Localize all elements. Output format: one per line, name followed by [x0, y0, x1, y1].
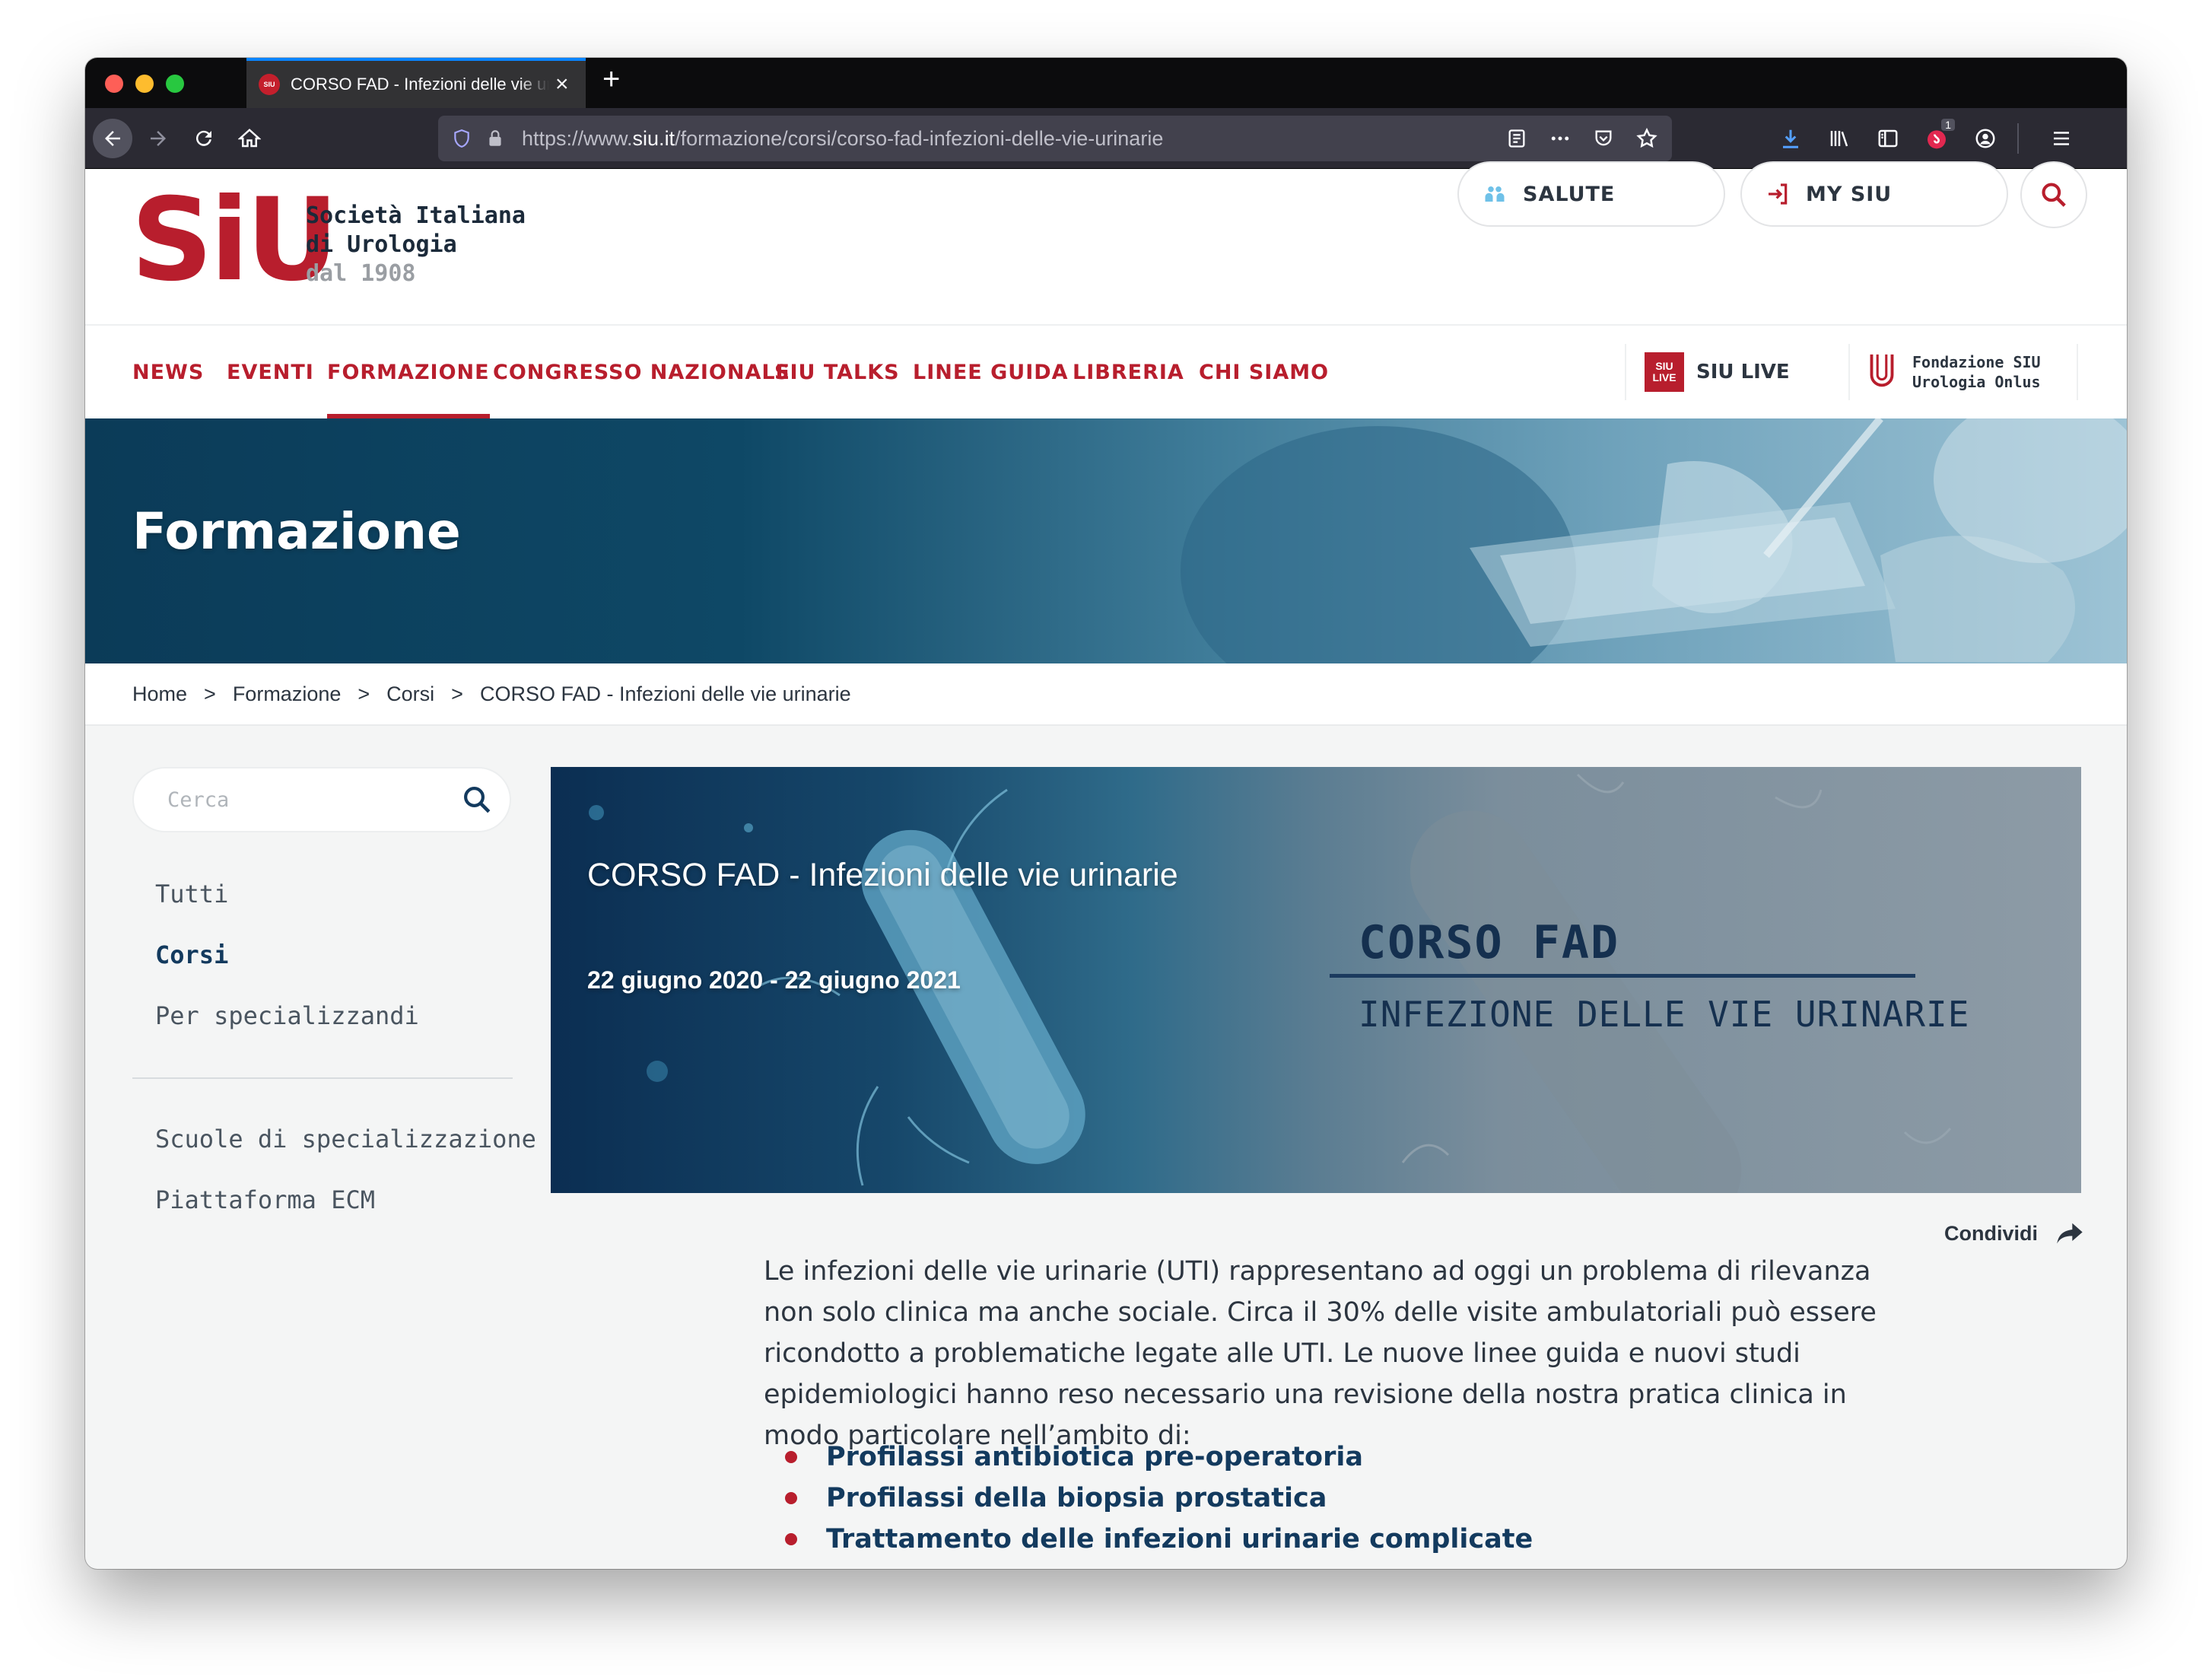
breadcrumb-separator: >: [451, 682, 463, 705]
menu-item-congresso-nazionale[interactable]: CONGRESSO NAZIONALE: [493, 326, 790, 418]
back-button[interactable]: [93, 119, 132, 158]
library-button[interactable]: [1819, 119, 1859, 158]
list-item: Profilassi antibiotica pre-operatoria: [785, 1437, 1533, 1478]
browser-window: SIU CORSO FAD - Infezioni delle vie urin…: [85, 58, 2127, 1569]
downloads-button[interactable]: [1771, 119, 1810, 158]
arrow-left-icon: [105, 131, 120, 146]
lock-icon[interactable]: [485, 129, 505, 148]
sidebar-item-corsi[interactable]: Corsi: [155, 940, 228, 969]
address-bar[interactable]: https://www.siu.it/formazione/corsi/cors…: [438, 116, 1672, 161]
library-icon: [1830, 131, 1848, 147]
forward-button[interactable]: [138, 119, 178, 158]
toolbar-separator: [2017, 123, 2019, 154]
fondazione-logo-icon: [1870, 354, 1894, 387]
close-tab-icon[interactable]: ×: [555, 73, 569, 96]
siu-favicon-icon: SIU: [259, 74, 280, 95]
site-search-button[interactable]: [2020, 161, 2087, 228]
menu-button[interactable]: [2042, 119, 2081, 158]
fondazione-link[interactable]: Fondazione SIU Urologia Onlus: [1850, 344, 2078, 400]
salute-button[interactable]: SALUTE: [1457, 161, 1725, 227]
page-title: Formazione: [132, 502, 461, 561]
menu-item-chi-siamo[interactable]: CHI SIAMO: [1199, 326, 1329, 418]
zoom-window-button[interactable]: [166, 75, 184, 93]
sidebar-item-tutti[interactable]: Tutti: [155, 880, 228, 908]
siu-live-logo: SIU LIVE: [1645, 352, 1684, 392]
home-icon: [238, 129, 261, 148]
course-dates: 22 giugno 2020 - 22 giugno 2021: [587, 966, 961, 994]
url-text[interactable]: https://www.siu.it/formazione/corsi/cors…: [522, 127, 1163, 151]
siu-live-link[interactable]: SIU LIVE SIU LIVE: [1625, 344, 1850, 400]
account-icon: [1975, 129, 1995, 148]
download-arrow-icon: [1783, 129, 1798, 148]
pocket-icon[interactable]: [1593, 128, 1614, 149]
reload-icon: [195, 130, 211, 146]
list-item: Trattamento delle infezioni urinarie com…: [785, 1519, 1533, 1560]
breadcrumb-corsi[interactable]: Corsi: [386, 682, 434, 706]
tab-title: CORSO FAD - Infezioni delle vie urinarie: [291, 75, 549, 94]
siu-logo[interactable]: SiU: [131, 183, 338, 298]
menu-item-eventi[interactable]: EVENTI: [227, 326, 314, 418]
menu-item-siu-talks[interactable]: SIU TALKS: [774, 326, 900, 418]
course-banner: CORSO FAD - Infezioni delle vie urinarie…: [551, 767, 2081, 1193]
search-icon: [2042, 183, 2066, 207]
new-tab-icon[interactable]: +: [602, 64, 620, 94]
navigation-toolbar: https://www.siu.it/formazione/corsi/cors…: [85, 108, 2127, 169]
close-window-button[interactable]: [105, 75, 123, 93]
list-item: Profilassi della biopsia prostatica: [785, 1478, 1533, 1519]
people-icon: [1485, 186, 1505, 202]
bookmark-star-icon[interactable]: [1635, 127, 1658, 150]
search-icon[interactable]: [461, 784, 493, 816]
reload-button[interactable]: [184, 119, 224, 158]
active-tab[interactable]: SIU CORSO FAD - Infezioni delle vie urin…: [246, 58, 586, 108]
my-siu-login-button[interactable]: MY SIU: [1740, 161, 2008, 227]
menu-item-libreria[interactable]: LIBRERIA: [1073, 326, 1184, 418]
banner-graphic-rule: [1330, 974, 1915, 978]
sidebar-item-scuole-di-specializzazione[interactable]: Scuole di specializzazione: [155, 1125, 536, 1153]
page-actions-icon[interactable]: [1549, 127, 1572, 150]
breadcrumb-current: CORSO FAD - Infezioni delle vie urinarie: [479, 682, 851, 705]
home-button[interactable]: [230, 119, 269, 158]
extension-button[interactable]: 1: [1917, 119, 1956, 158]
tab-bar: SIU CORSO FAD - Infezioni delle vie urin…: [85, 58, 2127, 108]
sidebar-search: [132, 767, 511, 832]
login-arrow-icon: [1769, 183, 1788, 205]
breadcrumb-home[interactable]: Home: [132, 682, 187, 706]
breadcrumb-separator: >: [204, 682, 216, 705]
sidebar-toggle-button[interactable]: [1868, 119, 1908, 158]
tracking-protection-shield-icon[interactable]: [452, 129, 472, 148]
topic-list: Profilassi antibiotica pre-operatoria Pr…: [785, 1437, 1533, 1560]
menu-item-news[interactable]: NEWS: [132, 326, 204, 418]
reader-view-icon[interactable]: [1506, 128, 1527, 149]
course-description: Le infezioni delle vie urinarie (UTI) ra…: [764, 1256, 1877, 1451]
sidebar-search-input[interactable]: [167, 788, 441, 812]
banner-graphic-title: CORSO FAD: [1359, 916, 1620, 969]
share-button[interactable]: Condividi: [1944, 1220, 2085, 1246]
breadcrumb-formazione[interactable]: Formazione: [233, 682, 342, 706]
arrow-right-icon: [151, 131, 166, 146]
hamburger-menu-icon: [2054, 132, 2069, 145]
section-hero-banner: Formazione: [85, 418, 2127, 663]
sidebar-item-piattaforma-ecm[interactable]: Piattaforma ECM: [155, 1185, 375, 1214]
share-arrow-icon: [2057, 1223, 2083, 1244]
menu-item-formazione[interactable]: FORMAZIONE: [327, 326, 490, 418]
siu-logo-text[interactable]: Società Italiana di Urologia dal 1908: [306, 202, 526, 288]
account-button[interactable]: [1966, 119, 2005, 158]
main-menu: NEWS EVENTI FORMAZIONE CONGRESSO NAZIONA…: [85, 326, 2127, 418]
sidebar-divider: [132, 1077, 513, 1079]
breadcrumb-separator: >: [358, 682, 370, 705]
course-title: CORSO FAD - Infezioni delle vie urinarie: [587, 857, 1178, 893]
banner-graphic-subtitle: INFEZIONE DELLE VIE URINARIE: [1359, 994, 1970, 1035]
menu-item-linee-guida[interactable]: LINEE GUIDA: [913, 326, 1069, 418]
sidebar-icon: [1878, 129, 1898, 148]
minimize-window-button[interactable]: [135, 75, 154, 93]
breadcrumb: Home > Formazione > Corsi > CORSO FAD - …: [85, 663, 2127, 726]
extension-badge: 1: [1941, 119, 1955, 131]
sidebar-item-per-specializzandi[interactable]: Per specializzandi: [155, 1001, 419, 1030]
